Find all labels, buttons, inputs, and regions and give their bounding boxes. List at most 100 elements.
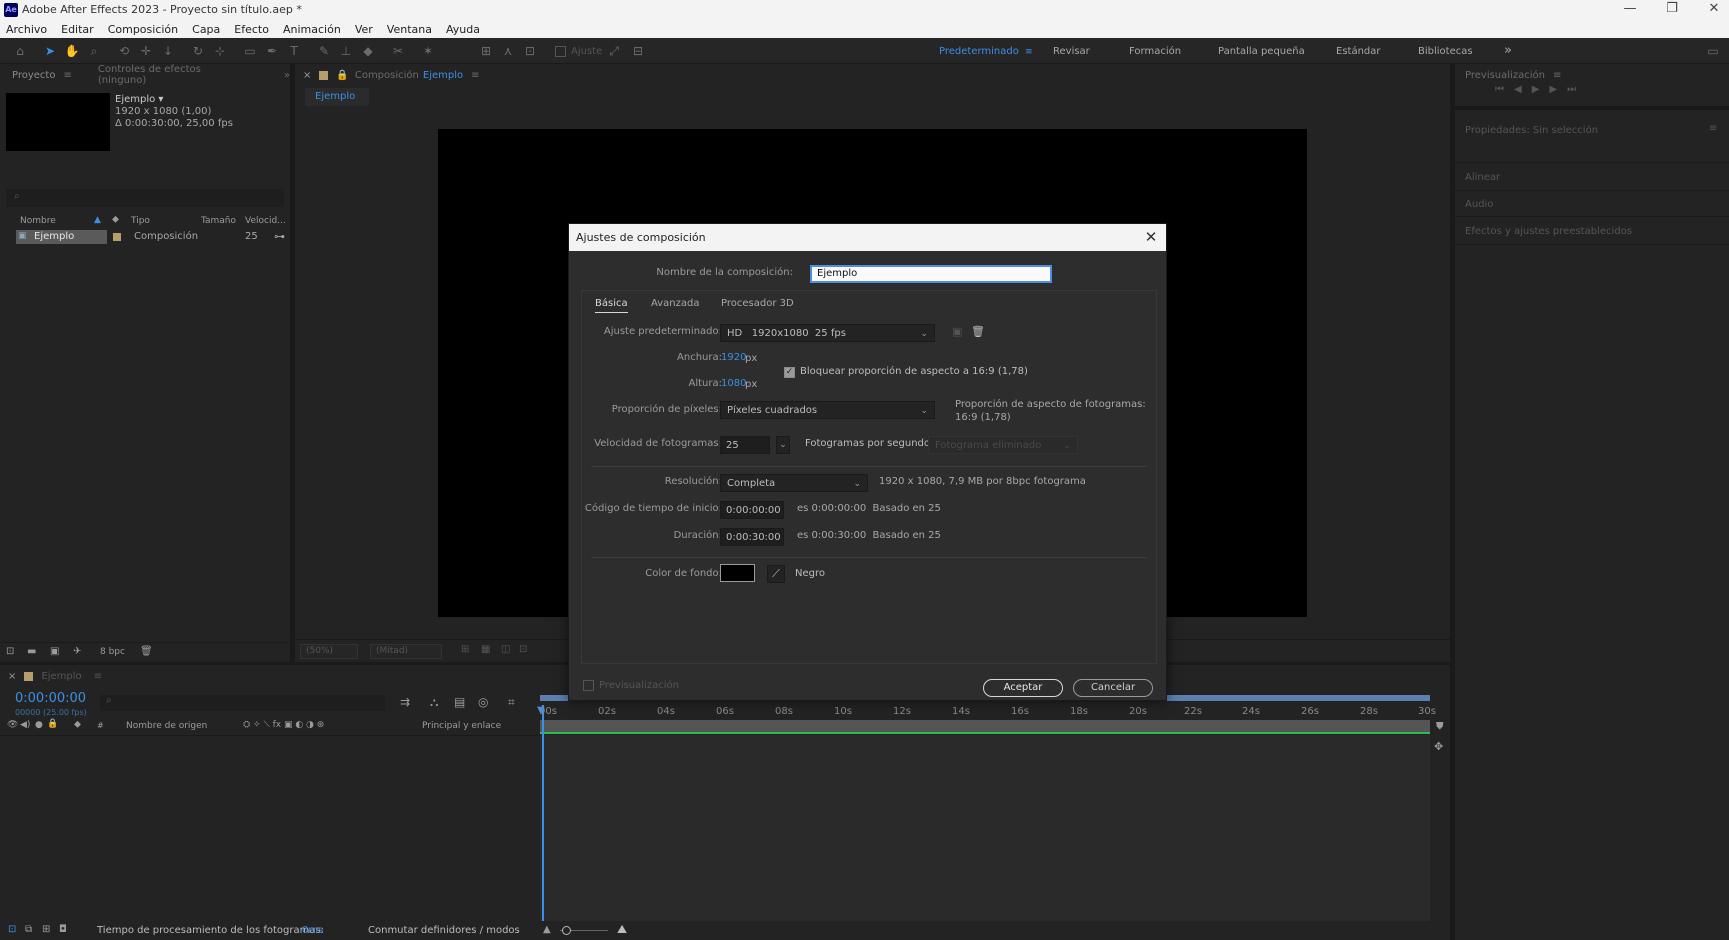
zoom-slider-handle[interactable] <box>562 926 571 935</box>
workspace-predeterminado[interactable]: Predeterminado <box>939 46 1019 57</box>
next-frame-icon[interactable]: ▶ <box>1549 84 1567 95</box>
last-frame-icon[interactable]: ⏭ <box>1567 84 1586 95</box>
roto-brush-icon[interactable]: ✂ <box>390 43 406 59</box>
height-value[interactable]: 1080 <box>721 378 746 389</box>
frame-rate-input[interactable]: 25 <box>720 436 770 454</box>
column-parent-link[interactable]: Principal y enlace <box>422 721 501 731</box>
frame-blending-icon[interactable]: ◎ <box>478 695 488 709</box>
current-timecode[interactable]: 0:00:00:00 <box>15 691 86 706</box>
workspace-revisar[interactable]: Revisar <box>1053 46 1090 57</box>
duration-input[interactable]: 0:00:30:00 <box>720 528 784 546</box>
menu-efecto[interactable]: Efecto <box>234 23 269 36</box>
menu-composicion[interactable]: Composición <box>108 23 178 36</box>
project-search-input[interactable]: ⌕ <box>6 189 284 207</box>
layer-switches-icon[interactable]: ⧉ <box>25 924 32 935</box>
search-help-icon[interactable]: ▭ <box>1705 43 1721 59</box>
new-folder-icon[interactable]: ▬ <box>27 646 36 657</box>
type-tool-icon[interactable]: T <box>286 43 302 59</box>
shy-layers-icon[interactable]: ▤ <box>454 695 465 709</box>
tab-procesador-3d[interactable]: Procesador 3D <box>721 298 794 309</box>
lock-aspect-checkbox[interactable]: ✓ <box>784 367 795 378</box>
layer-track-area[interactable] <box>540 735 1430 921</box>
lock-icon[interactable]: 🔒 <box>47 719 58 729</box>
visibility-icon[interactable]: 👁 <box>7 720 18 730</box>
column-tipo[interactable]: Tipo <box>131 216 150 226</box>
render-toggle-icon[interactable]: ⊡ <box>8 924 16 935</box>
previous-frame-icon[interactable]: ◀ <box>1514 84 1532 95</box>
zoom-in-icon[interactable]: ⛰ <box>617 922 627 937</box>
play-icon[interactable]: ▶ <box>1532 84 1550 95</box>
tab-avanzada[interactable]: Avanzada <box>651 298 700 309</box>
snap-options-icon[interactable]: ⤢ <box>606 43 622 59</box>
workspace-menu-icon[interactable]: ≡ <box>1025 47 1033 57</box>
menu-editar[interactable]: Editar <box>61 23 94 36</box>
rectangle-tool-icon[interactable]: ▭ <box>242 43 258 59</box>
world-axis-icon[interactable]: ⋏ <box>500 43 516 59</box>
comp-name-input[interactable]: Ejemplo <box>810 265 1052 283</box>
layer-search-input[interactable]: ⌕ <box>100 695 385 711</box>
motion-blur-icon[interactable]: ◘ <box>59 924 67 935</box>
delete-preset-icon[interactable]: 🗑 <box>971 325 985 339</box>
menu-ayuda[interactable]: Ayuda <box>446 23 480 36</box>
minimize-button[interactable]: — <box>1615 1 1645 16</box>
menu-ventana[interactable]: Ventana <box>387 23 432 36</box>
panel-menu-icon[interactable]: ≡ <box>1553 70 1561 81</box>
orbit-camera-icon[interactable]: ⟲ <box>116 43 132 59</box>
fast-preview-icon[interactable]: ⊞ <box>461 644 469 655</box>
hand-tool-icon[interactable]: ✋ <box>64 43 80 59</box>
menu-ver[interactable]: Ver <box>355 23 373 36</box>
viewer-subtab[interactable]: Ejemplo <box>305 88 369 106</box>
region-of-interest-icon[interactable]: ⊡ <box>519 644 527 655</box>
rotation-tool-icon[interactable]: ↻ <box>190 43 206 59</box>
eyedropper-icon[interactable]: ⟋ <box>767 565 785 583</box>
eraser-tool-icon[interactable]: ◆ <box>360 43 376 59</box>
cancel-button[interactable]: Cancelar <box>1073 679 1153 697</box>
column-tamano[interactable]: Tamaño <box>201 216 236 226</box>
mask-visibility-icon[interactable]: ◫ <box>501 644 510 655</box>
anchor-point-icon[interactable]: ⊹ <box>212 43 228 59</box>
width-value[interactable]: 1920 <box>721 352 746 363</box>
zoom-tool-icon[interactable]: ⌕ <box>86 43 102 59</box>
puppet-tool-icon[interactable]: ✶ <box>420 43 436 59</box>
background-color-swatch[interactable] <box>720 564 755 582</box>
transfer-controls-icon[interactable]: ⊞ <box>42 924 50 935</box>
preset-select[interactable]: HD 1920x1080 25 fps ⌄ <box>720 324 935 342</box>
panel-menu-icon[interactable]: ≡ <box>471 70 479 81</box>
clone-stamp-icon[interactable]: ⊥ <box>338 43 354 59</box>
tab-basica[interactable]: Básica <box>595 298 628 313</box>
snap-mode-icon[interactable]: ⊟ <box>630 43 646 59</box>
close-tab-icon[interactable]: × <box>303 70 311 81</box>
graph-editor-icon[interactable]: ⌗ <box>508 695 515 710</box>
playhead[interactable] <box>542 705 544 921</box>
workspace-pantalla-pequena[interactable]: Pantalla pequeña <box>1218 46 1305 57</box>
comp-flowchart-icon[interactable]: ⇉ <box>400 695 410 709</box>
resolution-select[interactable]: (Mitad) <box>370 644 442 659</box>
adobe-dynamic-link-icon[interactable]: ✈ <box>73 646 81 657</box>
item-name[interactable]: Ejemplo ▾ <box>115 94 163 105</box>
close-tab-icon[interactable]: × <box>8 671 16 682</box>
trash-icon[interactable]: 🗑 <box>140 646 153 657</box>
interpret-footage-icon[interactable]: ⊡ <box>6 646 14 657</box>
comp-marker-icon[interactable]: ✥ <box>1434 740 1443 753</box>
menu-capa[interactable]: Capa <box>192 23 220 36</box>
bit-depth-button[interactable]: 8 bpc <box>100 647 125 657</box>
flowchart-icon[interactable]: ⊶ <box>274 230 285 243</box>
tab-controles-efectos[interactable]: Controles de efectos (ninguno) <box>98 64 246 86</box>
zoom-select[interactable]: (50%) <box>300 644 358 659</box>
project-row[interactable]: ▣ Ejemplo Composición 25 ⊶ <box>16 230 286 244</box>
transparency-grid-icon[interactable]: ▦ <box>481 644 490 655</box>
brush-tool-icon[interactable]: ✎ <box>316 43 332 59</box>
accept-button[interactable]: Aceptar <box>983 679 1063 697</box>
restore-button[interactable]: ❐ <box>1657 1 1687 16</box>
save-preset-icon[interactable]: ▣ <box>952 325 966 339</box>
panel-menu-icon[interactable]: ≡ <box>63 70 71 81</box>
draft-3d-icon[interactable]: ⛬ <box>430 695 438 710</box>
solo-icon[interactable]: ● <box>35 720 43 730</box>
menu-archivo[interactable]: Archivo <box>6 23 47 36</box>
view-axis-icon[interactable]: ⊡ <box>522 43 538 59</box>
pan-camera-icon[interactable]: ✛ <box>138 43 154 59</box>
close-window-button[interactable]: ✕ <box>1699 1 1729 16</box>
dolly-camera-icon[interactable]: ↓ <box>160 43 176 59</box>
timeline-tab[interactable]: Ejemplo <box>41 671 81 682</box>
start-timecode-input[interactable]: 0:00:00:00 <box>720 501 784 519</box>
